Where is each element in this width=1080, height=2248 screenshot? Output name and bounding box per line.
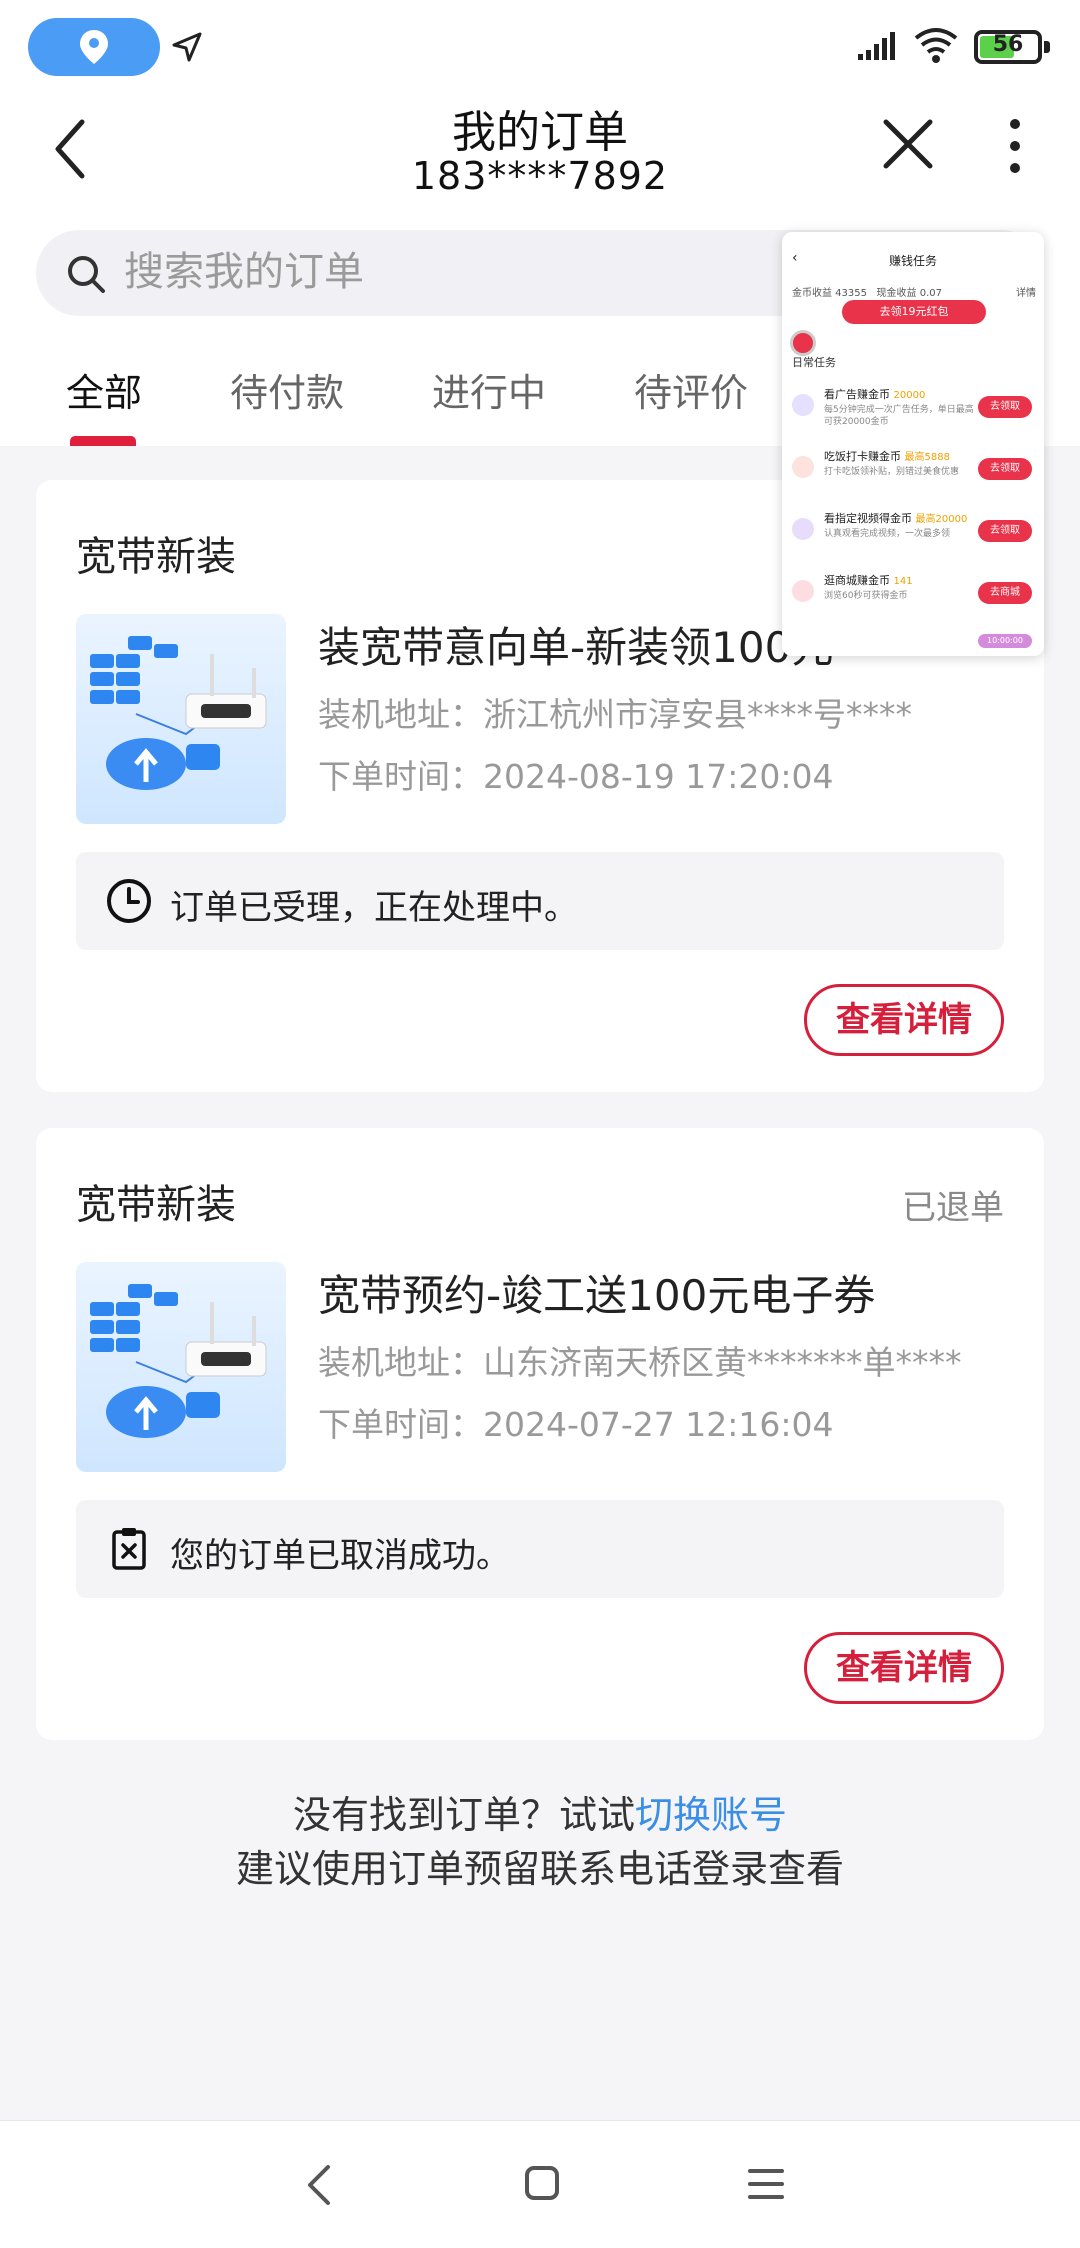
- search-input[interactable]: [124, 242, 764, 302]
- view-details-button[interactable]: 查看详情: [804, 1632, 1004, 1704]
- cancelled-clipboard-icon: [112, 1528, 146, 1570]
- login-suggestion: 建议使用订单预留联系电话登录查看: [235, 1847, 844, 1891]
- address-label: 装机地址：: [318, 695, 483, 734]
- task-coin: 20000: [893, 390, 926, 401]
- time-label: 下单时间：: [318, 1405, 483, 1444]
- order-type: 宽带新装: [76, 1182, 236, 1228]
- search-icon: [68, 256, 105, 293]
- tab-all[interactable]: 全部: [66, 362, 142, 417]
- product-name: 宽带预约-竣工送100元电子券: [318, 1271, 876, 1320]
- overlay-stats: 金币收益 43355 现金收益 0.07: [792, 284, 942, 299]
- task-name: 吃饭打卡赚金币: [824, 450, 901, 463]
- video-icon: [792, 518, 814, 540]
- task-desc: 每5分钟完成一次广告任务，单日最高可获20000金币: [824, 405, 974, 427]
- task-coin: 141: [893, 576, 913, 587]
- earn-coins-overlay[interactable]: ‹ 赚钱任务 金币收益 43355 现金收益 0.07 详情 去领19元红包 日…: [782, 232, 1044, 656]
- nav-back-icon[interactable]: [300, 2163, 340, 2207]
- task-item: 逛商城赚金币 141 浏览60秒可获得金币 去商城: [790, 568, 1036, 624]
- install-address: 装机地址：山东济南天桥区黄*******单****: [318, 1336, 962, 1384]
- broadband-product-image[interactable]: [76, 1262, 286, 1472]
- time-value: 2024-08-19 17:20:04: [483, 757, 834, 796]
- order-status: 已退单: [902, 1188, 1004, 1228]
- overlay-detail-link[interactable]: 详情: [1016, 284, 1036, 299]
- battery-level: 56: [992, 32, 1024, 57]
- location-pill[interactable]: [28, 18, 160, 76]
- order-time: 下单时间：2024-07-27 12:16:04: [318, 1398, 833, 1446]
- battery-icon: 56: [974, 30, 1050, 64]
- task-desc: 打卡吃饭领补贴，别错过美食优惠: [824, 467, 960, 477]
- back-icon[interactable]: [48, 114, 108, 184]
- not-found-hint: 没有找到订单？试试切换账号: [0, 1784, 1080, 1839]
- coin-earnings: 金币收益 43355: [792, 288, 867, 299]
- status-bar: 56: [0, 0, 1080, 96]
- overlay-title: 赚钱任务: [888, 254, 937, 268]
- clock-icon: [107, 879, 151, 923]
- task-claim-button[interactable]: 去领取: [978, 458, 1032, 480]
- task-name: 逛商城赚金币: [824, 574, 890, 587]
- task-coin: 最高5888: [904, 452, 950, 463]
- address-value: 浙江杭州市淳安县****号****: [483, 695, 912, 734]
- task-desc: 浏览60秒可获得金币: [824, 591, 908, 601]
- hint-prefix: 没有找到订单？试试: [292, 1793, 635, 1837]
- tab-in-progress[interactable]: 进行中: [432, 362, 546, 417]
- address-value: 山东济南天桥区黄*******单****: [483, 1343, 962, 1382]
- product-name: 装宽带意向单-新装领100元: [318, 623, 834, 672]
- address-label: 装机地址：: [318, 1343, 483, 1382]
- task-name: 看广告赚金币: [824, 388, 890, 401]
- system-nav-bar: [0, 2120, 1080, 2248]
- task-item: 看指定视频得金币 最高20000 认真观看完成视频，一次最多领 去领取: [790, 506, 1036, 562]
- more-options-icon[interactable]: [1000, 116, 1030, 176]
- red-packet-icon[interactable]: [790, 330, 816, 356]
- tab-to-review[interactable]: 待评价: [634, 362, 748, 417]
- shop-icon: [792, 580, 814, 602]
- order-notice: 订单已受理，正在处理中。: [76, 852, 1004, 950]
- red-packet-button[interactable]: 去领19元红包: [842, 300, 986, 324]
- time-value: 2024-07-27 12:16:04: [483, 1405, 834, 1444]
- task-desc: 认真观看完成视频，一次最多领: [824, 529, 951, 539]
- header: 我的订单 183****7892: [0, 96, 1080, 220]
- order-time: 下单时间：2024-08-19 17:20:04: [318, 750, 833, 798]
- close-icon[interactable]: [880, 116, 936, 172]
- navigation-arrow-icon: [172, 32, 202, 62]
- task-name: 看指定视频得金币: [824, 512, 912, 525]
- task-claim-button[interactable]: 去领取: [978, 396, 1032, 418]
- tab-pending-payment[interactable]: 待付款: [230, 362, 344, 417]
- active-tab-indicator: [70, 436, 136, 446]
- time-label: 下单时间：: [318, 757, 483, 796]
- daily-tasks-label: 日常任务: [792, 356, 836, 369]
- task-coin: 最高20000: [915, 514, 968, 525]
- view-details-button[interactable]: 查看详情: [804, 984, 1004, 1056]
- ad-icon: [792, 394, 814, 416]
- broadband-product-image[interactable]: [76, 614, 286, 824]
- notice-text: 订单已受理，正在处理中。: [170, 888, 578, 928]
- nav-menu-icon[interactable]: [748, 2167, 784, 2201]
- install-address: 装机地址：浙江杭州市淳安县****号****: [318, 688, 912, 736]
- location-pin-icon: [80, 30, 108, 64]
- countdown-badge: 10:00:00: [978, 634, 1032, 648]
- switch-account-link[interactable]: 切换账号: [635, 1793, 787, 1837]
- meal-icon: [792, 456, 814, 478]
- cash-earnings: 现金收益 0.07: [876, 288, 942, 299]
- order-type: 宽带新装: [76, 534, 236, 580]
- task-claim-button[interactable]: 去领取: [978, 520, 1032, 542]
- order-notice: 您的订单已取消成功。: [76, 1500, 1004, 1598]
- nav-home-icon[interactable]: [524, 2165, 560, 2201]
- task-item: 看广告赚金币 20000 每5分钟完成一次广告任务，单日最高可获20000金币 …: [790, 382, 1036, 438]
- task-item: 吃饭打卡赚金币 最高5888 打卡吃饭领补贴，别错过美食优惠 去领取: [790, 444, 1036, 500]
- signal-icon: [858, 32, 895, 60]
- task-claim-button[interactable]: 去商城: [978, 582, 1032, 604]
- notice-text: 您的订单已取消成功。: [170, 1536, 510, 1576]
- wifi-icon: [914, 28, 958, 63]
- order-card: 宽带新装 已退单 宽带预约-竣工送100元电子券 装机地址：山东济南天桥区黄**…: [36, 1128, 1044, 1740]
